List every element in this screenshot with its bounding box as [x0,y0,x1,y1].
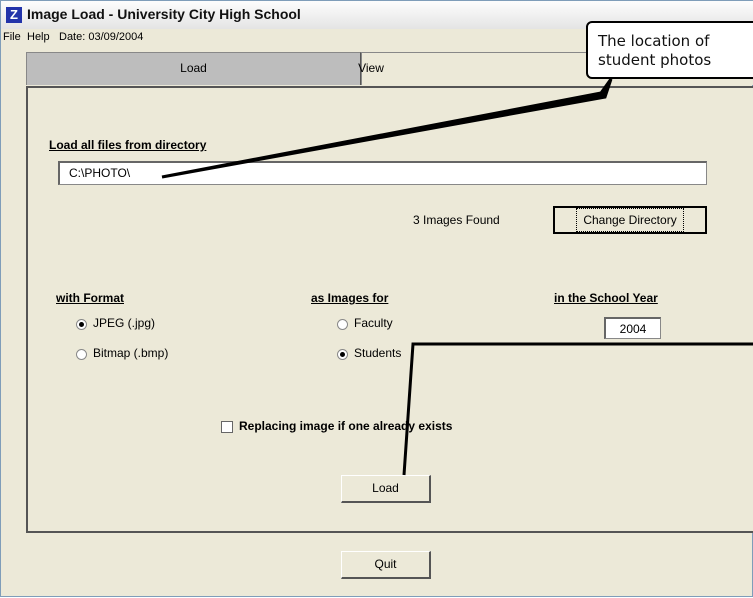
image-load-window: Z Image Load - University City High Scho… [0,0,753,597]
callout-pointer-directory [161,78,613,179]
callout-pointer-load [402,342,753,476]
callout-text: The location of student photos [598,32,711,70]
callout-box: The location of student photos [586,21,753,79]
callout-line-2: student photos [598,51,712,69]
callout-pointers [161,78,753,476]
callout-line-1: The location of [598,32,710,50]
